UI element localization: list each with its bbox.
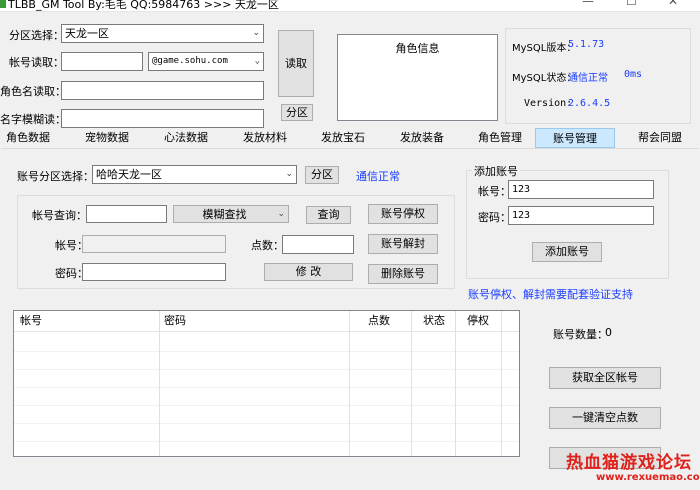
clear-points-button[interactable]: 一键清空点数: [549, 407, 661, 429]
mysql-version-value: 5.1.73: [568, 39, 605, 50]
fuzzy-read-label: 名字模糊读：: [0, 113, 66, 126]
modify-button[interactable]: 修 改: [264, 263, 353, 281]
password-input[interactable]: [82, 263, 226, 281]
tab-pet-data[interactable]: 宠物数据: [79, 128, 135, 148]
domain-select-value: @game.sohu.com: [152, 56, 228, 66]
window-title: TLBB_GM Tool By:毛毛 QQ:5984763 >>> 天龙一区: [8, 0, 279, 11]
tab-issue-gems[interactable]: 发放宝石: [315, 128, 371, 148]
query-mode-value: 模糊查找: [202, 208, 247, 221]
maximize-icon[interactable]: ☐: [626, 0, 637, 8]
tab-role-management[interactable]: 角色管理: [472, 128, 528, 148]
account-zone-select[interactable]: 哈哈天龙一区 ⌄: [92, 165, 297, 184]
chevron-down-icon: ⌄: [277, 209, 285, 219]
column-header-banned[interactable]: 停权: [467, 311, 489, 331]
mysql-status-label: MySQL状态：: [512, 73, 577, 84]
minimize-icon[interactable]: —: [582, 0, 594, 8]
add-account-label: 帐号：: [478, 185, 511, 198]
auth-notice: 账号停权、解封需要配套验证支持: [468, 288, 633, 301]
account-zone-select-value: 哈哈天龙一区: [96, 168, 162, 181]
query-input[interactable]: [86, 205, 167, 223]
points-input[interactable]: [282, 235, 354, 254]
tab-issue-materials[interactable]: 发放材料: [237, 128, 293, 148]
role-info-title: 角色信息: [395, 42, 440, 55]
unban-account-button[interactable]: 账号解封: [368, 234, 438, 254]
add-password-label: 密码：: [478, 211, 511, 224]
account-count-label: 账号数量：: [553, 328, 608, 341]
role-info-panel: 角色信息: [337, 34, 498, 121]
add-password-input[interactable]: 123: [508, 206, 654, 225]
chevron-down-icon: ⌄: [254, 56, 260, 66]
zone-button-top[interactable]: 分区: [281, 104, 313, 121]
account-zone-button[interactable]: 分区: [305, 166, 339, 184]
watermark-url: www.rexuemao.com: [596, 472, 700, 483]
watermark-title: 热血猫游戏论坛: [566, 453, 692, 473]
zone-label: 分区选择：: [9, 29, 64, 42]
add-account-button[interactable]: 添加账号: [532, 242, 602, 262]
domain-select[interactable]: @game.sohu.com ⌄: [148, 52, 264, 71]
column-header-status[interactable]: 状态: [423, 311, 445, 331]
close-icon[interactable]: ✕: [668, 0, 678, 8]
tab-issue-equipment[interactable]: 发放装备: [394, 128, 450, 148]
zone-select[interactable]: 天龙一区 ⌄: [61, 24, 264, 43]
zone-select-value: 天龙一区: [65, 27, 109, 40]
account-zone-label: 账号分区选择：: [17, 170, 94, 183]
rolename-read-input[interactable]: [61, 81, 264, 100]
column-header-account[interactable]: 帐号: [20, 311, 42, 331]
chevron-down-icon: ⌄: [285, 169, 293, 179]
query-button[interactable]: 查询: [306, 206, 351, 224]
points-label: 点数：: [251, 239, 284, 252]
comm-status: 通信正常: [356, 170, 400, 183]
forum-watermark: 热血猫游戏论坛 www.rexuemao.com: [566, 448, 700, 488]
rolename-read-label: 角色名读取：: [0, 85, 66, 98]
fetch-all-accounts-button[interactable]: 获取全区帐号: [549, 367, 661, 389]
app-version-label: Version:: [524, 98, 573, 109]
tab-guild-alliance[interactable]: 帮会同盟: [628, 128, 692, 148]
column-header-password[interactable]: 密码: [164, 311, 186, 331]
app-icon: [0, 0, 6, 8]
read-button[interactable]: 读取: [278, 30, 314, 97]
mysql-panel: MySQL版本： 5.1.73 MySQL状态： 通信正常 0ms Versio…: [505, 28, 691, 124]
query-mode-select[interactable]: 模糊查找 ⌄: [173, 205, 289, 223]
add-account-input[interactable]: 123: [508, 180, 654, 199]
title-bar: TLBB_GM Tool By:毛毛 QQ:5984763 >>> 天龙一区 —…: [0, 0, 700, 12]
tab-xinfa-data[interactable]: 心法数据: [158, 128, 214, 148]
mysql-latency: 0ms: [624, 69, 643, 80]
tab-role-data[interactable]: 角色数据: [0, 128, 56, 148]
account-display-field: [82, 235, 226, 253]
tab-account-management[interactable]: 账号管理: [535, 128, 615, 148]
mysql-version-label: MySQL版本：: [512, 43, 577, 54]
account-read-label: 帐号读取：: [9, 56, 64, 69]
chevron-down-icon: ⌄: [252, 28, 260, 38]
delete-account-button[interactable]: 删除账号: [368, 264, 438, 284]
app-version-value: 2.6.4.5: [568, 98, 611, 109]
add-account-title: 添加账号: [472, 163, 520, 179]
account-table: [13, 310, 520, 457]
account-count-value: 0: [605, 326, 612, 339]
query-label: 帐号查询：: [32, 209, 87, 222]
account-read-input[interactable]: [61, 52, 143, 71]
mysql-status-value: 通信正常: [568, 73, 608, 84]
column-header-points[interactable]: 点数: [368, 311, 390, 331]
ban-account-button[interactable]: 账号停权: [368, 204, 438, 224]
fuzzy-read-input[interactable]: [61, 109, 264, 128]
